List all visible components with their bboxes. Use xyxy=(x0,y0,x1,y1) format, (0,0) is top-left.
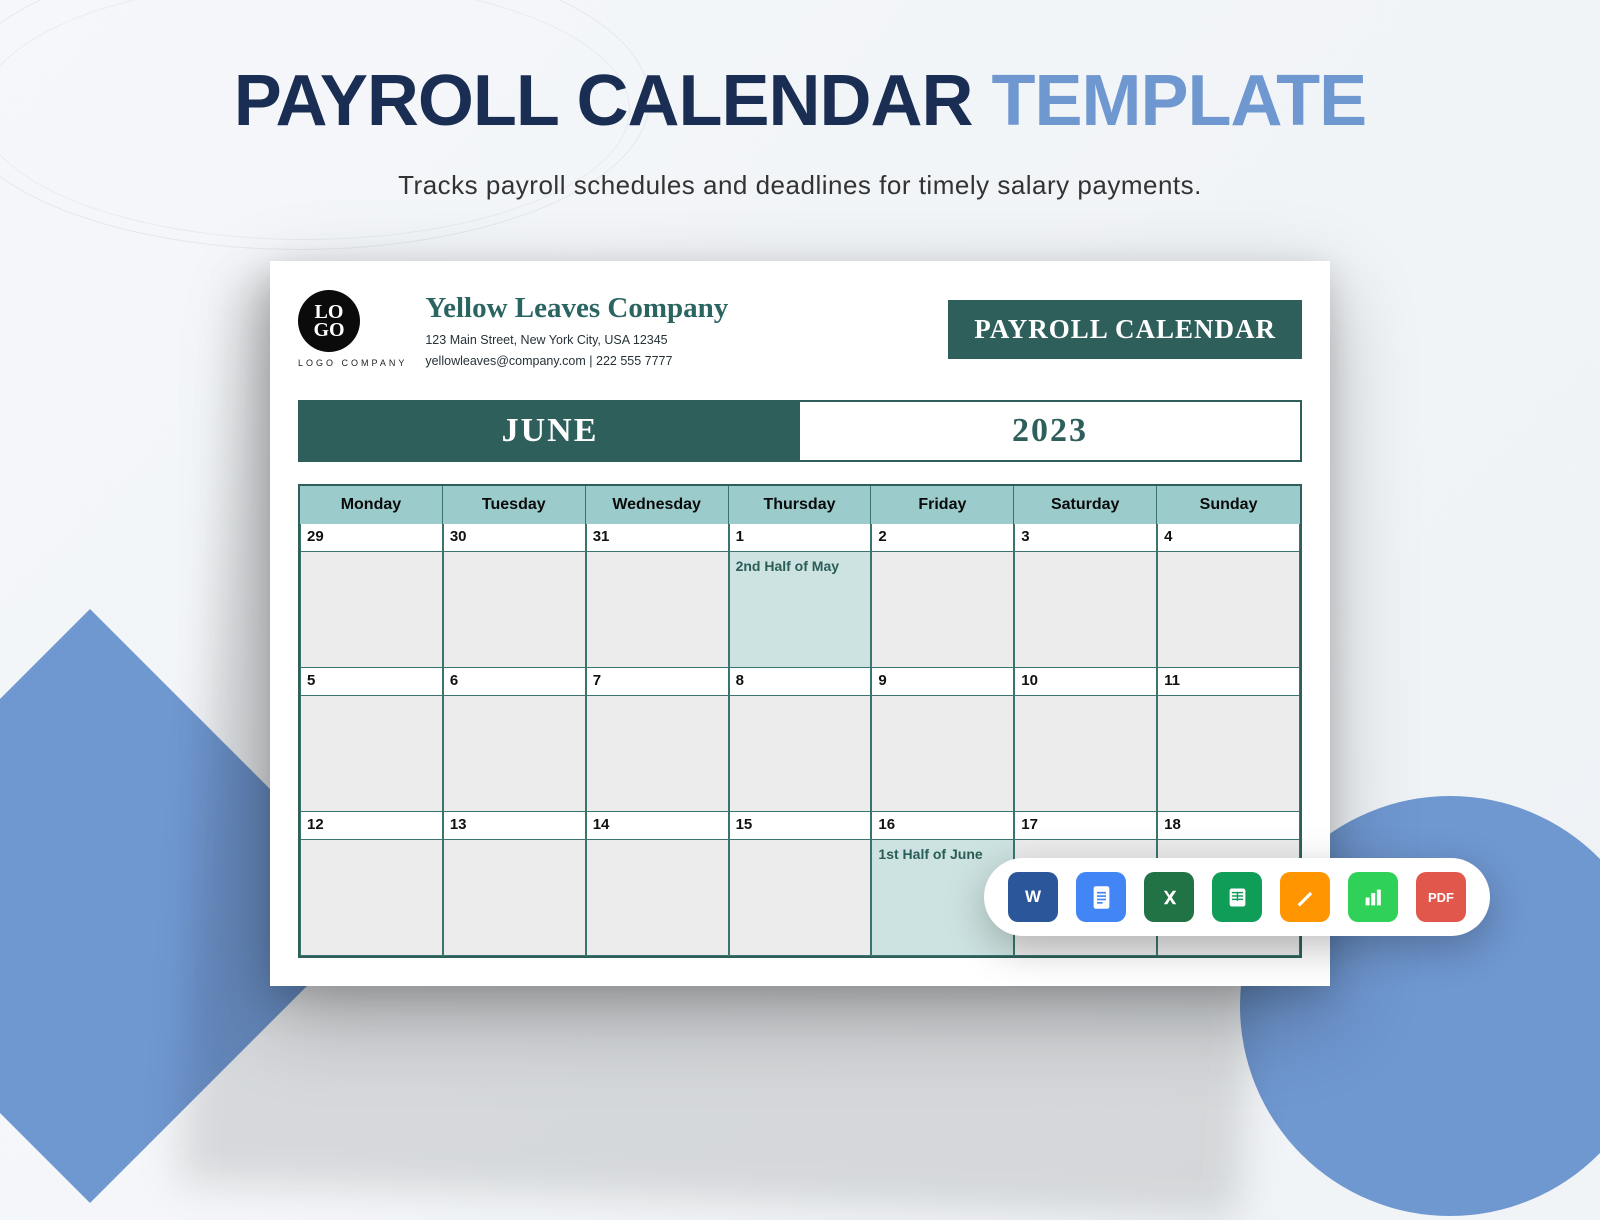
calendar-cell xyxy=(729,696,872,812)
calendar-cell xyxy=(300,696,443,812)
format-pdf-icon[interactable]: PDF xyxy=(1416,872,1466,922)
calendar-cell xyxy=(586,696,729,812)
calendar-cell xyxy=(729,840,872,956)
logo-line2: GO xyxy=(313,321,344,339)
format-word-icon[interactable]: W xyxy=(1008,872,1058,922)
company-address: 123 Main Street, New York City, USA 1234… xyxy=(425,332,728,349)
calendar-date: 12 xyxy=(300,812,443,840)
weekday-header: Saturday xyxy=(1014,486,1157,524)
page-subtitle: Tracks payroll schedules and deadlines f… xyxy=(0,170,1600,201)
calendar-cell xyxy=(1014,552,1157,668)
weekday-header: Sunday xyxy=(1157,486,1300,524)
calendar-date: 4 xyxy=(1157,524,1300,552)
formats-pill: W PDF xyxy=(984,858,1490,936)
format-numbers-icon[interactable] xyxy=(1348,872,1398,922)
document-header: LO GO LOGO COMPANY Yellow Leaves Company… xyxy=(298,289,1302,370)
logo-caption: LOGO COMPANY xyxy=(298,358,407,368)
pages-icon xyxy=(1292,884,1319,911)
calendar-date: 6 xyxy=(443,668,586,696)
excel-icon xyxy=(1156,884,1183,911)
calendar-head: Monday Tuesday Wednesday Thursday Friday… xyxy=(300,486,1300,524)
month-row: JUNE 2023 xyxy=(298,400,1302,462)
calendar-cell xyxy=(443,840,586,956)
calendar-date: 1 xyxy=(729,524,872,552)
calendar-date: 10 xyxy=(1014,668,1157,696)
payroll-tag: PAYROLL CALENDAR xyxy=(948,300,1302,359)
format-excel-icon[interactable] xyxy=(1144,872,1194,922)
calendar-date: 15 xyxy=(729,812,872,840)
company-contact: yellowleaves@company.com | 222 555 7777 xyxy=(425,353,728,370)
calendar-cell xyxy=(300,552,443,668)
calendar-cell xyxy=(1014,696,1157,812)
weekday-header: Monday xyxy=(300,486,443,524)
format-gsheets-icon[interactable] xyxy=(1212,872,1262,922)
sheets-icon xyxy=(1224,884,1251,911)
weekday-header: Wednesday xyxy=(586,486,729,524)
weekday-header: Thursday xyxy=(729,486,872,524)
calendar-date: 8 xyxy=(729,668,872,696)
calendar-date: 7 xyxy=(586,668,729,696)
weekday-header: Tuesday xyxy=(443,486,586,524)
format-pages-icon[interactable] xyxy=(1280,872,1330,922)
calendar-cell xyxy=(586,552,729,668)
calendar-date: 16 xyxy=(871,812,1014,840)
calendar-cell xyxy=(300,840,443,956)
calendar-cell xyxy=(443,552,586,668)
month-name: JUNE xyxy=(300,402,800,460)
logo: LO GO LOGO COMPANY xyxy=(298,290,407,368)
calendar-cell: 2nd Half of May xyxy=(729,552,872,668)
calendar-cell xyxy=(871,696,1014,812)
page-header: PAYROLL CALENDAR TEMPLATE Tracks payroll… xyxy=(0,0,1600,201)
calendar-date: 5 xyxy=(300,668,443,696)
calendar-date: 2 xyxy=(871,524,1014,552)
calendar-date: 11 xyxy=(1157,668,1300,696)
calendar-date: 31 xyxy=(586,524,729,552)
numbers-icon xyxy=(1360,884,1387,911)
company-info: Yellow Leaves Company 123 Main Street, N… xyxy=(425,289,728,370)
calendar-date: 9 xyxy=(871,668,1014,696)
doc-icon xyxy=(1088,884,1115,911)
calendar-cell xyxy=(1157,552,1300,668)
calendar-date: 17 xyxy=(1014,812,1157,840)
calendar-cell xyxy=(1157,696,1300,812)
logo-icon: LO GO xyxy=(298,290,360,352)
calendar-date: 30 xyxy=(443,524,586,552)
format-gdocs-icon[interactable] xyxy=(1076,872,1126,922)
calendar-date: 29 xyxy=(300,524,443,552)
title-accent: TEMPLATE xyxy=(992,61,1367,141)
page-title: PAYROLL CALENDAR TEMPLATE xyxy=(0,60,1600,142)
weekday-header: Friday xyxy=(871,486,1014,524)
calendar-cell xyxy=(443,696,586,812)
month-year: 2023 xyxy=(800,402,1300,460)
title-main: PAYROLL CALENDAR xyxy=(234,61,973,141)
calendar-date: 13 xyxy=(443,812,586,840)
calendar-date: 3 xyxy=(1014,524,1157,552)
company-name: Yellow Leaves Company xyxy=(425,289,728,328)
calendar-cell xyxy=(586,840,729,956)
calendar-date: 18 xyxy=(1157,812,1300,840)
calendar-date: 14 xyxy=(586,812,729,840)
calendar-cell xyxy=(871,552,1014,668)
